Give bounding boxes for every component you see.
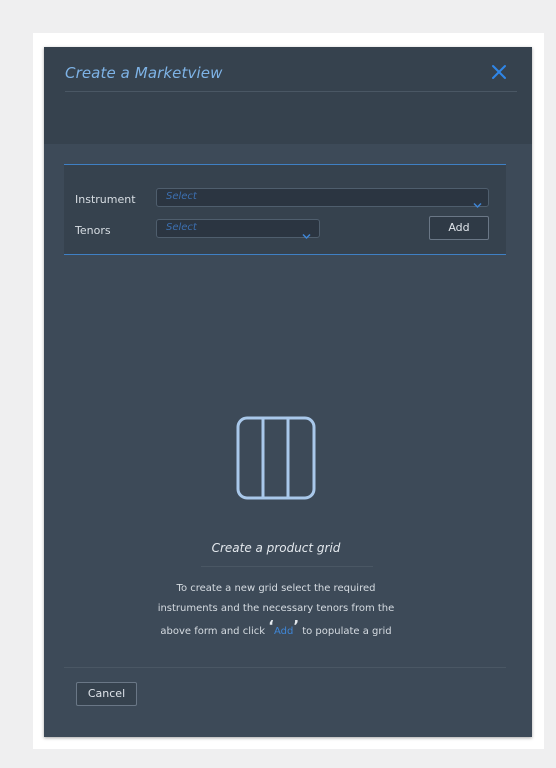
chevron-down-icon: [302, 225, 311, 240]
grid-columns-icon: [236, 416, 316, 500]
close-icon[interactable]: [490, 63, 508, 81]
instrument-label: Instrument: [75, 193, 136, 206]
empty-state-description: To create a new grid select the required…: [44, 579, 508, 642]
footer-divider: [64, 667, 506, 668]
tenors-label: Tenors: [75, 224, 111, 237]
header-divider: [65, 91, 517, 92]
cancel-button[interactable]: Cancel: [76, 682, 137, 706]
instrument-select-placeholder: Select: [166, 191, 197, 202]
selection-form: Instrument Select Tenors Select Add: [64, 164, 506, 255]
description-line-2: instruments and the necessary tenors fro…: [157, 603, 395, 614]
empty-state-title: Create a product grid: [211, 541, 341, 555]
instrument-select[interactable]: Select: [156, 188, 489, 209]
chevron-down-icon: [473, 194, 482, 209]
dialog-header: Create a Marketview: [44, 47, 532, 144]
tenors-select-placeholder: Select: [166, 222, 197, 233]
description-line-3-end: to populate a grid: [299, 626, 392, 637]
add-button[interactable]: Add: [429, 216, 489, 240]
dialog-title: Create a Marketview: [65, 64, 223, 82]
description-line-3-start: above form and click: [160, 626, 269, 637]
empty-state-divider: [201, 566, 373, 567]
tenors-select[interactable]: Select: [156, 219, 320, 240]
description-line-1: To create a new grid select the required: [176, 583, 376, 594]
add-link[interactable]: Add: [274, 626, 293, 637]
close-quote: ’: [293, 617, 300, 635]
description-line-3: above form and click ‘Add’ to populate a…: [44, 617, 508, 642]
create-marketview-dialog: Create a Marketview Instrument Select Te…: [44, 47, 532, 737]
